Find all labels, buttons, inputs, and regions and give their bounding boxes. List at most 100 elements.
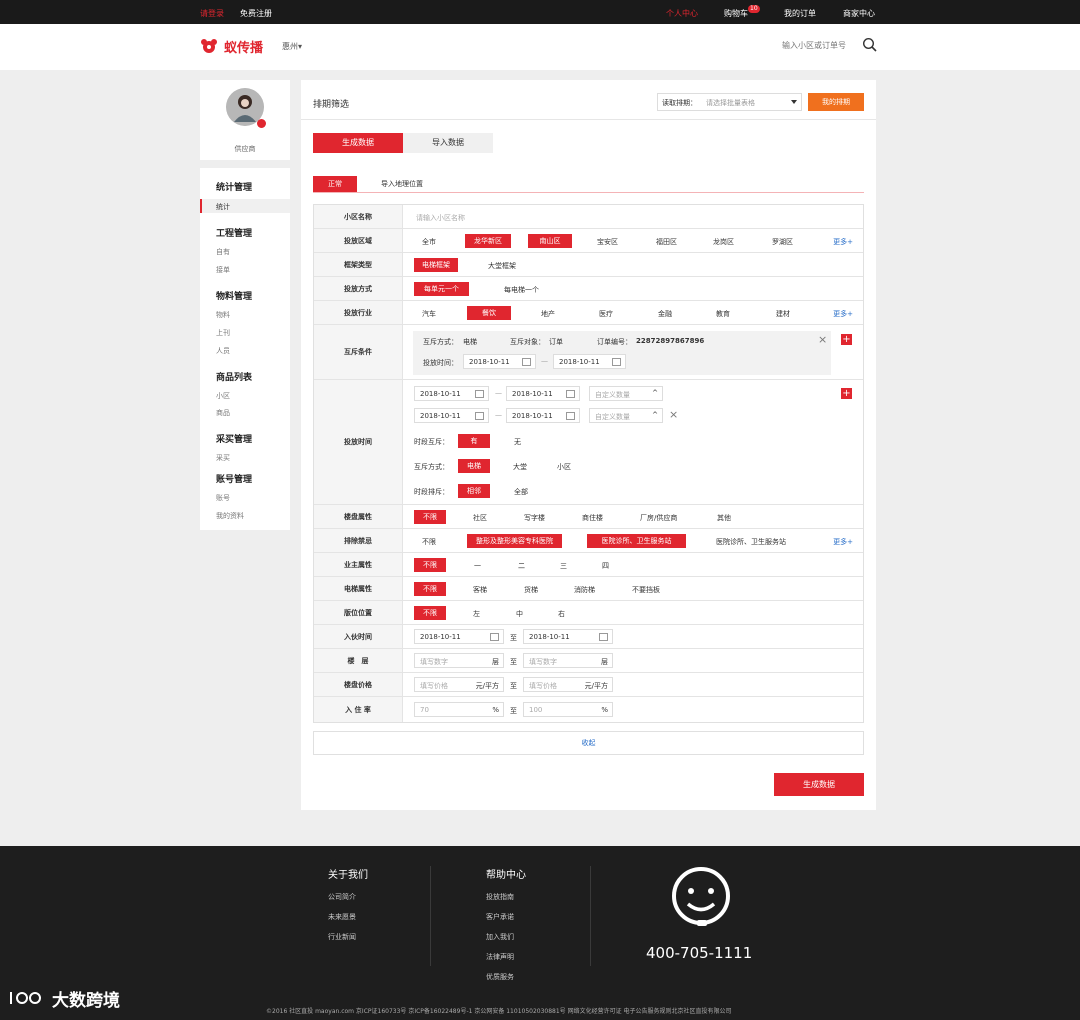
owner-option[interactable]: 二: [518, 561, 525, 571]
ban-option[interactable]: 医院诊所、卫生服务站: [716, 537, 786, 547]
owner-option[interactable]: 三: [560, 561, 567, 571]
ban-chip-selected[interactable]: 整形及整形美容专科医院: [467, 534, 562, 548]
property-option[interactable]: 其他: [717, 513, 731, 523]
search-icon[interactable]: [862, 37, 877, 52]
mutex-mode-chip-selected[interactable]: 电梯: [458, 459, 490, 473]
owner-option[interactable]: 四: [602, 561, 609, 571]
position-option[interactable]: 中: [516, 609, 523, 619]
footer-link[interactable]: 公司简介: [328, 892, 356, 902]
sidebar-item-material[interactable]: 物料: [216, 310, 230, 320]
subtab-normal[interactable]: 正常: [313, 176, 357, 192]
industry-option[interactable]: 医疗: [599, 309, 613, 319]
floor-to-input[interactable]: 填写数字 层: [523, 653, 613, 668]
generate-data-button[interactable]: 生成数据: [774, 773, 864, 796]
stepper-up-icon[interactable]: ^: [652, 389, 658, 397]
exclusion-date-start[interactable]: 2018-10-11: [463, 354, 536, 369]
owner-chip-selected[interactable]: 不限: [414, 558, 446, 572]
ban-chip-selected[interactable]: 医院诊所、卫生服务站: [587, 534, 686, 548]
property-option[interactable]: 厂房/供应商: [640, 513, 677, 523]
brand-logo-text[interactable]: 蚁传播: [224, 37, 263, 56]
position-chip-selected[interactable]: 不限: [414, 606, 446, 620]
exclusion-date-end[interactable]: 2018-10-11: [553, 354, 626, 369]
slot-exclude-option[interactable]: 全部: [514, 487, 528, 497]
district-option[interactable]: 宝安区: [597, 237, 618, 247]
sidebar-item-my-profile[interactable]: 我的资料: [216, 511, 244, 521]
footer-link[interactable]: 加入我们: [486, 932, 514, 942]
camera-icon[interactable]: [257, 119, 266, 128]
owner-option[interactable]: 一: [474, 561, 481, 571]
sidebar-item-own[interactable]: 自有: [216, 247, 230, 257]
sidebar-item-publish[interactable]: 上刊: [216, 328, 230, 338]
checkin-date-start[interactable]: 2018-10-11: [414, 629, 504, 644]
footer-link[interactable]: 客户承诺: [486, 912, 514, 922]
time-date-start-2[interactable]: 2018-10-11: [414, 408, 489, 423]
slot-exclude-chip-selected[interactable]: 相邻: [458, 484, 490, 498]
sidebar-item-community[interactable]: 小区: [216, 391, 230, 401]
sidebar-item-goods[interactable]: 商品: [216, 408, 230, 418]
mutex-mode-option[interactable]: 大堂: [513, 462, 527, 472]
sidebar-item-stats[interactable]: 统计: [216, 202, 230, 212]
footer-link[interactable]: 未来愿景: [328, 912, 356, 922]
floor-from-input[interactable]: 填写数字 层: [414, 653, 504, 668]
community-input[interactable]: 请输入小区名称: [416, 213, 465, 223]
occupancy-to-input[interactable]: 100%: [523, 702, 613, 717]
footer-link[interactable]: 法律声明: [486, 952, 514, 962]
elevator-option[interactable]: 消防梯: [574, 585, 595, 595]
sidebar-item-purchase[interactable]: 采买: [216, 453, 230, 463]
remove-row-icon[interactable]: ×: [669, 408, 678, 421]
my-schedule-button[interactable]: 我的排期: [808, 93, 864, 111]
elevator-option[interactable]: 客梯: [473, 585, 487, 595]
price-to-input[interactable]: 填写价格 元/平方: [523, 677, 613, 692]
subtab-import-geo[interactable]: 导入地理位置: [381, 179, 423, 189]
slot-mutex-chip-selected[interactable]: 有: [458, 434, 490, 448]
cart-link[interactable]: 购物车: [724, 8, 748, 19]
footer-link[interactable]: 行业新闻: [328, 932, 356, 942]
custom-quantity-input-1[interactable]: 自定义数量 ^: [589, 386, 663, 401]
district-option[interactable]: 龙岗区: [713, 237, 734, 247]
price-from-input[interactable]: 填写价格 元/平方: [414, 677, 504, 692]
user-center-link[interactable]: 个人中心: [666, 8, 698, 19]
district-option[interactable]: 全市: [422, 237, 436, 247]
tab-generate-data[interactable]: 生成数据: [313, 133, 403, 153]
login-link[interactable]: 请登录: [200, 8, 224, 19]
sidebar-item-account[interactable]: 账号: [216, 493, 230, 503]
elevator-option[interactable]: 不要挡板: [632, 585, 660, 595]
position-option[interactable]: 右: [558, 609, 565, 619]
industry-option[interactable]: 建材: [776, 309, 790, 319]
slot-mutex-option[interactable]: 无: [514, 437, 521, 447]
industry-option[interactable]: 汽车: [422, 309, 436, 319]
property-option[interactable]: 社区: [473, 513, 487, 523]
close-icon[interactable]: ×: [818, 333, 827, 346]
sidebar-item-orders[interactable]: 接单: [216, 265, 230, 275]
property-chip-selected[interactable]: 不限: [414, 510, 446, 524]
position-option[interactable]: 左: [473, 609, 480, 619]
method-option[interactable]: 每电梯一个: [504, 285, 539, 295]
property-option[interactable]: 商住楼: [582, 513, 603, 523]
district-option[interactable]: 福田区: [656, 237, 677, 247]
elevator-chip-selected[interactable]: 不限: [414, 582, 446, 596]
search-input[interactable]: [782, 37, 858, 53]
footer-link[interactable]: 优质服务: [486, 972, 514, 982]
ban-more-link[interactable]: 更多+: [833, 537, 853, 547]
custom-quantity-input-2[interactable]: 自定义数量 ^: [589, 408, 663, 423]
ban-option[interactable]: 不限: [422, 537, 436, 547]
district-more-link[interactable]: 更多+: [833, 237, 853, 247]
register-link[interactable]: 免费注册: [240, 8, 272, 19]
mutex-mode-option[interactable]: 小区: [557, 462, 571, 472]
method-chip-selected[interactable]: 每单元一个: [414, 282, 469, 296]
add-time-plus-icon[interactable]: +: [841, 388, 852, 399]
occupancy-from-input[interactable]: 70%: [414, 702, 504, 717]
tab-import-data[interactable]: 导入数据: [403, 133, 493, 153]
time-date-start-1[interactable]: 2018-10-11: [414, 386, 489, 401]
elevator-option[interactable]: 货梯: [524, 585, 538, 595]
city-selector[interactable]: 惠州▾: [282, 41, 302, 52]
property-option[interactable]: 写字楼: [524, 513, 545, 523]
industry-option[interactable]: 教育: [716, 309, 730, 319]
schedule-select[interactable]: 读取排期： 请选择批量表格: [657, 93, 802, 111]
district-chip-selected[interactable]: 南山区: [528, 234, 572, 248]
collapse-button[interactable]: 收起: [313, 731, 864, 755]
industry-option[interactable]: 金融: [658, 309, 672, 319]
footer-link[interactable]: 投放指南: [486, 892, 514, 902]
time-date-end-1[interactable]: 2018-10-11: [506, 386, 580, 401]
sidebar-item-staff[interactable]: 人员: [216, 346, 230, 356]
